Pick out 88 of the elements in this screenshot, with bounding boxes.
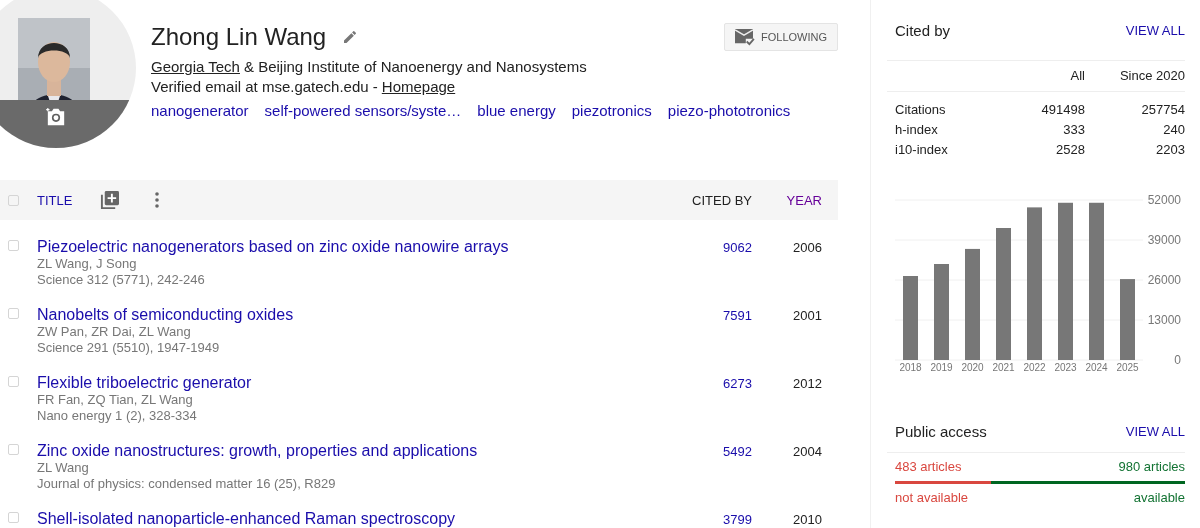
- interest-link[interactable]: blue energy: [477, 102, 556, 119]
- x-tick-label: 2022: [1023, 362, 1046, 373]
- year-text: 2010: [792, 512, 822, 527]
- interest-link[interactable]: self-powered sensors/syste…: [264, 102, 462, 119]
- metric-value: 2203: [1155, 141, 1185, 159]
- article-venue: Journal of physics: condensed matter 16 (25), R829: [37, 476, 337, 492]
- article-title-link[interactable]: Shell-isolated nanoparticle-enhanced Raman spectroscopy: [37, 509, 682, 528]
- chart-bar[interactable]: [996, 228, 1011, 360]
- row-checkbox[interactable]: [8, 512, 19, 523]
- year-text: 2006: [792, 240, 822, 255]
- article-title-link[interactable]: Nanobelts of semiconducting oxides: [37, 305, 682, 324]
- section-title: Cited by: [895, 21, 951, 39]
- y-tick-label: 52000: [1147, 193, 1181, 207]
- mail-check-icon: [733, 28, 755, 46]
- row-checkbox[interactable]: [8, 376, 19, 387]
- unavailable-label: not available: [895, 490, 968, 505]
- row-checkbox[interactable]: [8, 444, 19, 455]
- y-tick-label: 13000: [1147, 313, 1181, 327]
- metric-value: 2528: [1055, 141, 1085, 159]
- x-tick-label: 2024: [1085, 362, 1108, 373]
- chart-bar[interactable]: [1058, 202, 1073, 360]
- citation-count-link[interactable]: 9062: [682, 240, 752, 255]
- affiliation-link[interactable]: Georgia Tech: [151, 58, 240, 75]
- x-tick-label: 2020: [961, 362, 984, 373]
- y-tick-label: 39000: [1147, 233, 1181, 247]
- chart-bar[interactable]: [1089, 202, 1104, 360]
- article-title-link[interactable]: Piezoelectric nanogenerators based on zinc oxide nanowire arrays: [37, 237, 682, 256]
- metric-value: 491498: [1040, 101, 1085, 119]
- article-authors: ZL Wang, J Song: [37, 256, 138, 272]
- citation-count-link[interactable]: 6273: [682, 376, 752, 391]
- year-text: 2001: [792, 308, 822, 323]
- interest-link[interactable]: piezotronics: [571, 102, 652, 119]
- chart-bar[interactable]: [965, 248, 980, 360]
- available-label: available: [1133, 490, 1185, 505]
- x-tick-label: 2025: [1116, 362, 1139, 373]
- article-title-link[interactable]: Zinc oxide nanostructures: growth, properties and applications: [37, 441, 682, 460]
- y-tick-label: 0: [1174, 353, 1181, 367]
- column-header: All: [1069, 67, 1085, 85]
- citation-count-link[interactable]: 3799: [682, 512, 752, 527]
- row-checkbox[interactable]: [8, 308, 19, 319]
- chart-bar[interactable]: [1120, 279, 1135, 360]
- interest-link[interactable]: nanogenerator: [151, 102, 249, 119]
- citation-count-link[interactable]: 7591: [682, 308, 752, 323]
- x-tick-label: 2021: [992, 362, 1015, 373]
- add-icon[interactable]: [100, 190, 120, 210]
- column-header: Since 2020: [1118, 67, 1185, 85]
- metric-value: 333: [1062, 121, 1085, 139]
- chart-bar[interactable]: [934, 264, 949, 360]
- affiliation-text: & Beijing Institute of Nanoenergy and Nanosystems: [243, 58, 587, 75]
- year-text: 2012: [792, 376, 822, 391]
- article-authors: ZW Pan, ZR Dai, ZL Wang: [37, 324, 192, 340]
- year-text: 2004: [792, 444, 822, 459]
- citation-count-link[interactable]: 5492: [682, 444, 752, 459]
- more-icon[interactable]: [155, 192, 160, 208]
- article-venue: Nano energy 1 (2), 328-334: [37, 408, 198, 424]
- column-sort-link[interactable]: TITLE: [37, 192, 73, 208]
- x-tick-label: 2019: [930, 362, 953, 373]
- metric-value: 257754: [1140, 101, 1185, 119]
- view-all-link[interactable]: VIEW ALL: [1125, 22, 1185, 38]
- metric-label: i10-index: [895, 141, 949, 159]
- x-tick-label: 2023: [1054, 362, 1077, 373]
- metric-label: Citations: [895, 101, 947, 119]
- chart-bar[interactable]: [1027, 207, 1042, 360]
- article-venue: Science 312 (5771), 242-246: [37, 272, 206, 288]
- follow-button[interactable]: FOLLOWING: [724, 23, 838, 51]
- column-sort-link[interactable]: CITED BY: [682, 192, 752, 208]
- article-venue: Science 291 (5510), 1947-1949: [37, 340, 221, 356]
- article-title-link[interactable]: Flexible triboelectric generator: [37, 373, 682, 392]
- interest-link[interactable]: piezo-phototronics: [667, 102, 791, 119]
- x-tick-label: 2018: [899, 362, 922, 373]
- edit-icon[interactable]: [342, 29, 359, 45]
- article-authors: ZL Wang: [37, 460, 90, 476]
- y-tick-label: 26000: [1147, 273, 1181, 287]
- camera-icon[interactable]: [46, 108, 66, 126]
- row-checkbox[interactable]: [8, 240, 19, 251]
- available-count-link[interactable]: 980 articles: [1118, 459, 1185, 474]
- homepage-link[interactable]: Homepage: [381, 78, 456, 95]
- section-title: Public access: [895, 422, 987, 440]
- email-text: Verified email at mse.gatech.edu -: [151, 78, 378, 95]
- article-authors: FR Fan, ZQ Tian, ZL Wang: [37, 392, 194, 408]
- metric-value: 240: [1162, 121, 1185, 139]
- select-all-checkbox[interactable]: [8, 194, 19, 206]
- profile-name: Zhong Lin Wang: [151, 23, 327, 51]
- metric-label: h-index: [895, 121, 939, 139]
- view-all-link[interactable]: VIEW ALL: [1125, 423, 1185, 439]
- column-sort-link[interactable]: YEAR: [752, 192, 822, 208]
- unavailable-count-link[interactable]: 483 articles: [895, 459, 962, 474]
- chart-bar[interactable]: [903, 276, 918, 360]
